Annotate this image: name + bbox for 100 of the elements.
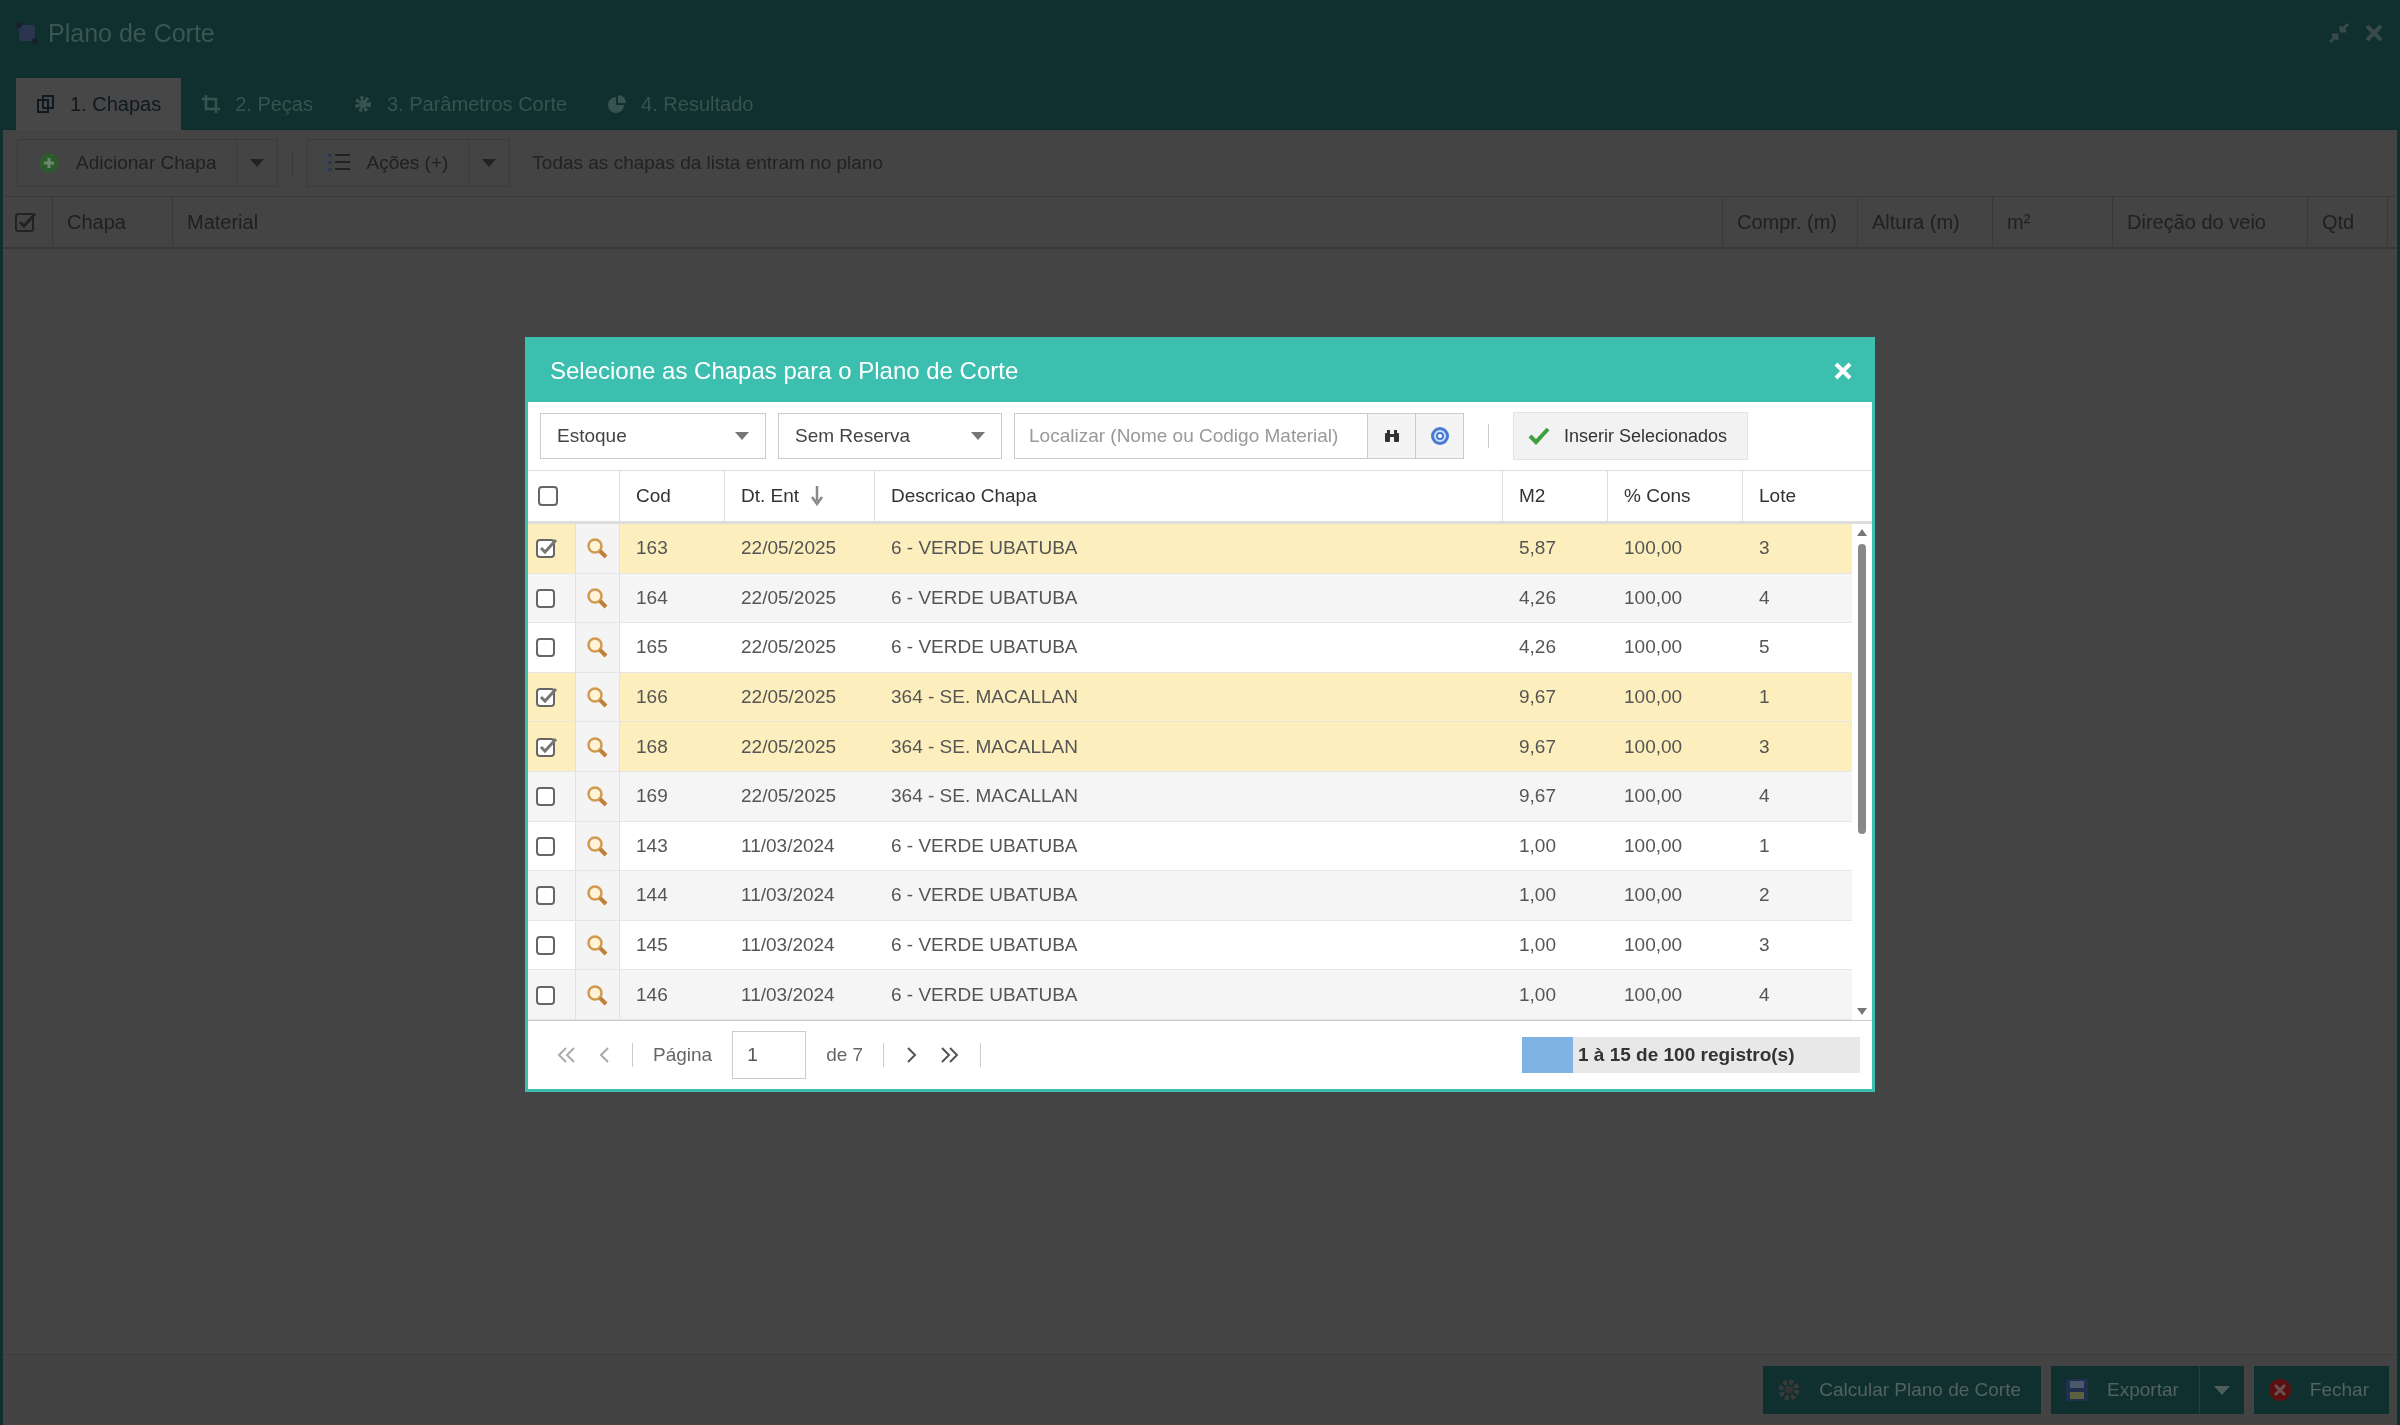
column-header[interactable]: Dt. Ent [725, 471, 875, 521]
copy-icon [36, 94, 56, 114]
table-row[interactable]: 144 11/03/2024 6 - VERDE UBATUBA 1,00 100,00 2 [528, 871, 1852, 921]
table-cell: 6 - VERDE UBATUBA [891, 983, 1078, 1006]
magnifier-icon[interactable] [586, 884, 608, 907]
magnifier-icon[interactable] [586, 785, 608, 808]
table-cell: 11/03/2024 [741, 884, 835, 907]
table-cell: 1,00 [1519, 834, 1556, 857]
checkbox[interactable] [536, 686, 558, 709]
table-cell: 100,00 [1624, 735, 1683, 758]
help-button[interactable] [1416, 413, 1464, 459]
table-cell: 100,00 [1624, 785, 1683, 808]
table-cell: 100,00 [1624, 884, 1683, 907]
search-field[interactable]: Localizar (Nome ou Codigo Material) [1014, 413, 1368, 459]
table-row[interactable]: 163 22/05/2025 6 - VERDE UBATUBA 5,87 100,00 3 [528, 524, 1852, 574]
table-cell: 163 [636, 537, 668, 560]
table-row[interactable]: 165 22/05/2025 6 - VERDE UBATUBA 4,26 100,00 5 [528, 623, 1852, 673]
magnifier-icon[interactable] [586, 834, 608, 857]
table-cell: 6 - VERDE UBATUBA [891, 537, 1078, 560]
page-field[interactable]: 1 [732, 1031, 807, 1079]
table-cell: 364 - SE. MACALLAN [891, 686, 1078, 709]
table-cell: 6 - VERDE UBATUBA [891, 586, 1078, 609]
column-header[interactable]: M2 [1503, 471, 1608, 521]
table-cell: 164 [636, 586, 668, 609]
table-cell: 3 [1759, 735, 1770, 758]
column-header[interactable]: % Cons [1608, 471, 1743, 521]
table-cell: 1,00 [1519, 934, 1556, 957]
magnifier-icon[interactable] [586, 537, 608, 560]
table-cell: 364 - SE. MACALLAN [891, 785, 1078, 808]
table-cell: 169 [636, 785, 668, 808]
pie-chart-icon [607, 94, 628, 114]
dropdown-button[interactable] [237, 139, 279, 187]
table-cell: 9,67 [1519, 686, 1556, 709]
search-button[interactable] [1368, 413, 1416, 459]
next-page-icon[interactable] [904, 1046, 919, 1064]
table-cell: 143 [636, 834, 668, 857]
checkbox[interactable] [536, 834, 558, 857]
table-row[interactable]: 164 22/05/2025 6 - VERDE UBATUBA 4,26 100,00 4 [528, 573, 1852, 624]
magnifier-icon[interactable] [586, 636, 608, 659]
table-cell: 6 - VERDE UBATUBA [891, 636, 1078, 659]
filter-dropdown[interactable]: Estoque [540, 413, 766, 459]
gear-icon [1777, 1378, 1802, 1402]
first-page-icon[interactable] [556, 1046, 578, 1064]
table-row[interactable]: 143 11/03/2024 6 - VERDE UBATUBA 1,00 100,00 1 [528, 821, 1852, 872]
dropdown-button[interactable] [469, 139, 511, 187]
caret-icon [482, 159, 497, 167]
checkbox[interactable] [536, 934, 558, 957]
table-cell: 100,00 [1624, 586, 1683, 609]
table-cell: 4,26 [1519, 586, 1556, 609]
checkbox[interactable] [536, 586, 558, 609]
table-cell: 9,67 [1519, 735, 1556, 758]
magnifier-icon[interactable] [586, 586, 608, 609]
checkbox[interactable] [536, 884, 558, 907]
table-cell: 1 [1759, 834, 1770, 857]
table-cell: 4 [1759, 983, 1770, 1006]
table-cell: 144 [636, 884, 668, 907]
close-icon[interactable] [2364, 23, 2384, 43]
checkbox[interactable] [536, 636, 558, 659]
magnifier-icon[interactable] [586, 983, 608, 1006]
checkbox[interactable] [538, 486, 558, 506]
list-icon [328, 154, 351, 172]
table-cell: 166 [636, 686, 668, 709]
checkbox[interactable] [536, 735, 558, 758]
table-row[interactable]: 146 11/03/2024 6 - VERDE UBATUBA 1,00 100,00 4 [528, 970, 1852, 1020]
table-cell: 22/05/2025 [741, 686, 837, 709]
dropdown-button[interactable] [2199, 1366, 2244, 1414]
checkbox[interactable] [536, 785, 558, 808]
magnifier-icon[interactable] [586, 686, 608, 709]
checkbox[interactable] [15, 211, 37, 233]
table-row[interactable]: 168 22/05/2025 364 - SE. MACALLAN 9,67 100,00 3 [528, 722, 1852, 772]
table-cell: 22/05/2025 [741, 785, 837, 808]
table-cell: 1 [1759, 686, 1770, 709]
table-row[interactable]: 166 22/05/2025 364 - SE. MACALLAN 9,67 100,00 1 [528, 672, 1852, 723]
table-row[interactable]: 145 11/03/2024 6 - VERDE UBATUBA 1,00 100,00 3 [528, 920, 1852, 971]
last-page-icon[interactable] [938, 1046, 961, 1064]
column-header[interactable]: Descricao Chapa [875, 471, 1503, 521]
table-cell: 9,67 [1519, 785, 1556, 808]
table-cell: 3 [1759, 537, 1770, 560]
table-cell: 100,00 [1624, 834, 1683, 857]
compress-icon[interactable] [2328, 22, 2350, 44]
gear-icon [353, 94, 373, 114]
table-row[interactable]: 169 22/05/2025 364 - SE. MACALLAN 9,67 100,00 4 [528, 771, 1852, 822]
table-cell: 11/03/2024 [741, 834, 835, 857]
page-count: de 7 [826, 1044, 864, 1066]
filter-dropdown[interactable]: Sem Reserva [778, 413, 1002, 459]
dialog-title: Selecione as Chapas para o Plano de Corte [550, 357, 1019, 385]
checkbox[interactable] [536, 983, 558, 1006]
column-header[interactable]: Cod [620, 471, 725, 521]
previous-page-icon[interactable] [598, 1046, 612, 1064]
table-cell: 22/05/2025 [741, 537, 837, 560]
insert-button[interactable]: Inserir Selecionados [1513, 412, 1749, 460]
magnifier-icon[interactable] [586, 934, 608, 957]
magnifier-icon[interactable] [586, 735, 608, 758]
column-header[interactable]: Lote [1743, 471, 1872, 521]
checkbox[interactable] [536, 537, 558, 560]
table-cell: 145 [636, 934, 668, 957]
table-cell: 2 [1759, 884, 1770, 907]
table-cell: 1,00 [1519, 884, 1556, 907]
table-cell: 146 [636, 983, 668, 1006]
table-cell: 5 [1759, 636, 1770, 659]
